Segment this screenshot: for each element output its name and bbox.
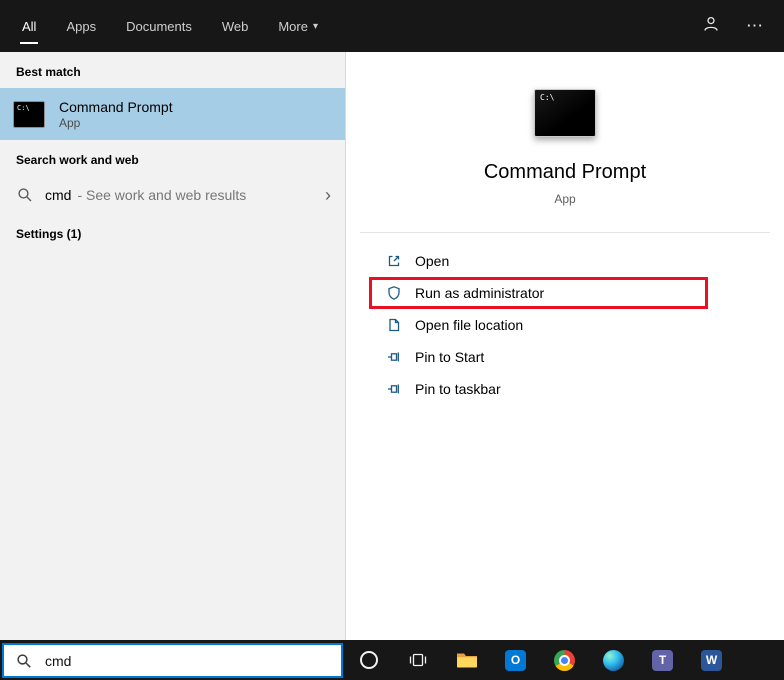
taskbar-search-input[interactable] bbox=[43, 652, 329, 670]
tab-more-label: More bbox=[278, 19, 308, 34]
app-title: Command Prompt bbox=[346, 161, 784, 184]
action-open-file-location[interactable]: Open file location bbox=[346, 309, 784, 341]
file-location-icon bbox=[386, 317, 402, 333]
action-run-as-administrator[interactable]: Run as administrator bbox=[369, 277, 708, 309]
word-icon[interactable]: W bbox=[687, 640, 736, 680]
tab-apps[interactable]: Apps bbox=[64, 0, 98, 52]
tab-web[interactable]: Web bbox=[220, 0, 251, 52]
edge-logo bbox=[603, 650, 624, 671]
action-pin-to-start[interactable]: Pin to Start bbox=[346, 341, 784, 373]
chrome-logo bbox=[554, 650, 575, 671]
tab-apps-label: Apps bbox=[66, 19, 96, 34]
action-pin-to-taskbar[interactable]: Pin to taskbar bbox=[346, 373, 784, 405]
cortana-ring bbox=[360, 651, 378, 669]
open-icon bbox=[386, 253, 402, 269]
taskbar-app-icons: O T W bbox=[344, 640, 736, 680]
action-run-as-administrator-label: Run as administrator bbox=[415, 285, 544, 301]
search-filter-bar: All Apps Documents Web More ▾ bbox=[0, 0, 784, 52]
result-detail-panel: C:\ Command Prompt App Open bbox=[345, 52, 784, 640]
settings-header: Settings (1) bbox=[0, 214, 345, 250]
action-pin-to-start-label: Pin to Start bbox=[415, 349, 484, 365]
chevron-down-icon: ▾ bbox=[313, 21, 318, 32]
tab-documents[interactable]: Documents bbox=[124, 0, 194, 52]
tab-documents-label: Documents bbox=[126, 19, 192, 34]
command-prompt-icon-text: C:\ bbox=[540, 93, 554, 102]
tab-more[interactable]: More ▾ bbox=[276, 0, 320, 52]
shield-icon bbox=[386, 285, 402, 301]
filter-tabs: All Apps Documents Web More ▾ bbox=[20, 0, 320, 52]
search-results-panel: Best match C:\ Command Prompt App Search… bbox=[0, 52, 345, 640]
best-match-header: Best match bbox=[0, 52, 345, 88]
tab-all[interactable]: All bbox=[20, 0, 38, 52]
search-icon bbox=[16, 653, 32, 669]
command-prompt-icon-large: C:\ bbox=[534, 89, 596, 137]
taskbar: O T W bbox=[0, 640, 784, 680]
command-prompt-icon: C:\ bbox=[13, 101, 45, 128]
app-hero: C:\ Command Prompt App bbox=[346, 52, 784, 206]
chevron-right-icon: › bbox=[325, 186, 331, 204]
task-view-icon[interactable] bbox=[393, 640, 442, 680]
word-letter: W bbox=[701, 650, 722, 671]
teams-icon[interactable]: T bbox=[638, 640, 687, 680]
options-ellipsis-icon[interactable]: ⋯ bbox=[746, 16, 764, 36]
pin-icon bbox=[386, 349, 402, 365]
outlook-letter: O bbox=[505, 650, 526, 671]
best-match-subtitle: App bbox=[59, 116, 173, 131]
best-match-result-command-prompt[interactable]: C:\ Command Prompt App bbox=[0, 88, 345, 140]
app-subtitle: App bbox=[346, 192, 784, 206]
best-match-text: Command Prompt App bbox=[59, 98, 173, 131]
windows-search-flyout: All Apps Documents Web More ▾ bbox=[0, 0, 784, 680]
web-search-description: - See work and web results bbox=[77, 187, 246, 203]
topbar-right-actions: ⋯ bbox=[702, 15, 770, 38]
context-actions: Open Run as administrator Open file bbox=[346, 243, 784, 405]
chrome-icon[interactable] bbox=[540, 640, 589, 680]
search-work-web-header: Search work and web bbox=[0, 140, 345, 176]
taskbar-search-box[interactable] bbox=[2, 643, 343, 678]
web-search-query: cmd bbox=[45, 187, 71, 203]
outlook-icon[interactable]: O bbox=[491, 640, 540, 680]
edge-icon[interactable] bbox=[589, 640, 638, 680]
action-open[interactable]: Open bbox=[346, 245, 784, 277]
tab-web-label: Web bbox=[222, 19, 249, 34]
action-open-file-location-label: Open file location bbox=[415, 317, 523, 333]
tab-all-label: All bbox=[22, 19, 36, 34]
best-match-title: Command Prompt bbox=[59, 98, 173, 116]
web-search-result-cmd[interactable]: cmd - See work and web results › bbox=[0, 176, 345, 214]
hero-actions-divider bbox=[360, 232, 770, 233]
teams-letter: T bbox=[652, 650, 673, 671]
search-icon bbox=[17, 187, 33, 203]
pin-icon bbox=[386, 381, 402, 397]
file-explorer-icon[interactable] bbox=[442, 640, 491, 680]
cortana-icon[interactable] bbox=[344, 640, 393, 680]
action-pin-to-taskbar-label: Pin to taskbar bbox=[415, 381, 501, 397]
action-open-label: Open bbox=[415, 253, 449, 269]
user-account-icon[interactable] bbox=[702, 15, 720, 38]
